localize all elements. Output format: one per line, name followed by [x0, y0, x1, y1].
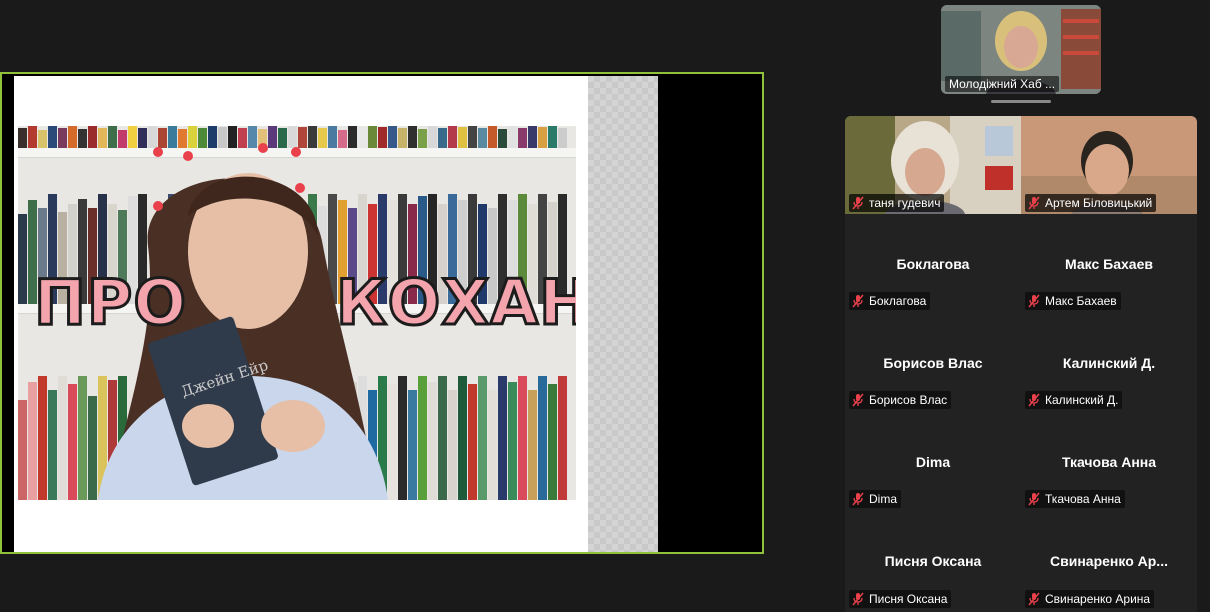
microphone-muted-icon: [851, 592, 865, 606]
participant-display-name: Dima: [915, 454, 951, 470]
participant-display-name: Ткачова Анна: [1061, 454, 1157, 470]
participant-name: Макс Бахаев: [1045, 294, 1117, 308]
slide-title-right: КОХАННЯ: [335, 265, 576, 341]
participant-name-tag: Ткачова Анна: [1025, 490, 1125, 508]
participant-video-tile[interactable]: таня гудевич: [845, 116, 1021, 214]
microphone-muted-icon: [1027, 592, 1041, 606]
participant-video-tile[interactable]: Артем Біловицький: [1021, 116, 1197, 214]
participant-name-tag: Писня Оксана: [849, 590, 952, 608]
participant-display-name: Писня Оксана: [884, 553, 982, 569]
participant-name: Молодіжний Хаб ...: [945, 76, 1060, 92]
participant-tile[interactable]: Калинский Д. Калинский Д.: [1021, 355, 1197, 415]
participant-name: Боклагова: [869, 294, 927, 308]
participant-tile[interactable]: Боклагова Боклагова: [845, 256, 1021, 316]
participant-name: таня гудевич: [869, 196, 941, 210]
participant-name-tag: Борисов Влас: [849, 391, 952, 409]
microphone-muted-icon: [851, 196, 865, 210]
participant-display-name: Свинаренко Ар...: [1050, 553, 1168, 569]
participant-display-name: Боклагова: [896, 256, 970, 272]
participant-name: Борисов Влас: [869, 393, 948, 407]
participant-display-name: Калинский Д.: [1062, 355, 1156, 371]
slide-title-left: ПРО: [32, 265, 188, 341]
participant-name-tag: Макс Бахаев: [1025, 292, 1121, 310]
participant-name: Ткачова Анна: [1045, 492, 1121, 506]
participant-name: Артем Біловицький: [1045, 196, 1153, 210]
microphone-muted-icon: [851, 294, 865, 308]
participant-tile[interactable]: Свинаренко Ар... Свинаренко Арина: [1021, 553, 1197, 612]
slide-photo: Джейн Ейр ПРО КОХАННЯ: [18, 126, 576, 500]
participant-name: Писня Оксана: [869, 592, 948, 606]
participant-name-tag: таня гудевич: [849, 194, 945, 212]
participant-tile[interactable]: Макс Бахаев Макс Бахаев: [1021, 256, 1197, 316]
participant-tile[interactable]: Писня Оксана Писня Оксана: [845, 553, 1021, 612]
participant-gallery: таня гудевич Артем Біловицький Боклагова: [845, 116, 1197, 612]
participant-name: Dima: [869, 492, 898, 506]
participant-name-tag: Калинский Д.: [1025, 391, 1123, 409]
participant-tile[interactable]: Ткачова Анна Ткачова Анна: [1021, 454, 1197, 514]
participant-tile[interactable]: Dima Dima: [845, 454, 1021, 514]
microphone-muted-icon: [1027, 492, 1041, 506]
participant-name-tag: Артем Біловицький: [1025, 194, 1157, 212]
participant-display-name: Борисов Влас: [883, 355, 983, 371]
participant-display-name: Макс Бахаев: [1065, 256, 1153, 272]
participant-name-tag: Dima: [849, 490, 902, 508]
microphone-muted-icon: [1027, 393, 1041, 407]
presentation-slide: Джейн Ейр ПРО КОХАННЯ: [14, 76, 588, 552]
participant-name-tag: Свинаренко Арина: [1025, 590, 1155, 608]
meeting-window: Джейн Ейр ПРО КОХАННЯ Молод: [0, 0, 1210, 612]
microphone-muted-icon: [1027, 294, 1041, 308]
microphone-muted-icon: [851, 393, 865, 407]
participant-name: Калинский Д.: [1045, 393, 1119, 407]
microphone-muted-icon: [851, 492, 865, 506]
drag-handle[interactable]: [991, 100, 1051, 103]
participant-name: Свинаренко Арина: [1045, 592, 1151, 606]
slide-side-pattern: [588, 76, 658, 552]
participant-name-tag: Боклагова: [849, 292, 931, 310]
participant-tile[interactable]: Борисов Влас Борисов Влас: [845, 355, 1021, 415]
shared-screen[interactable]: Джейн Ейр ПРО КОХАННЯ: [0, 72, 764, 554]
active-speaker-video[interactable]: Молодіжний Хаб ...: [941, 5, 1101, 94]
microphone-muted-icon: [1027, 196, 1041, 210]
